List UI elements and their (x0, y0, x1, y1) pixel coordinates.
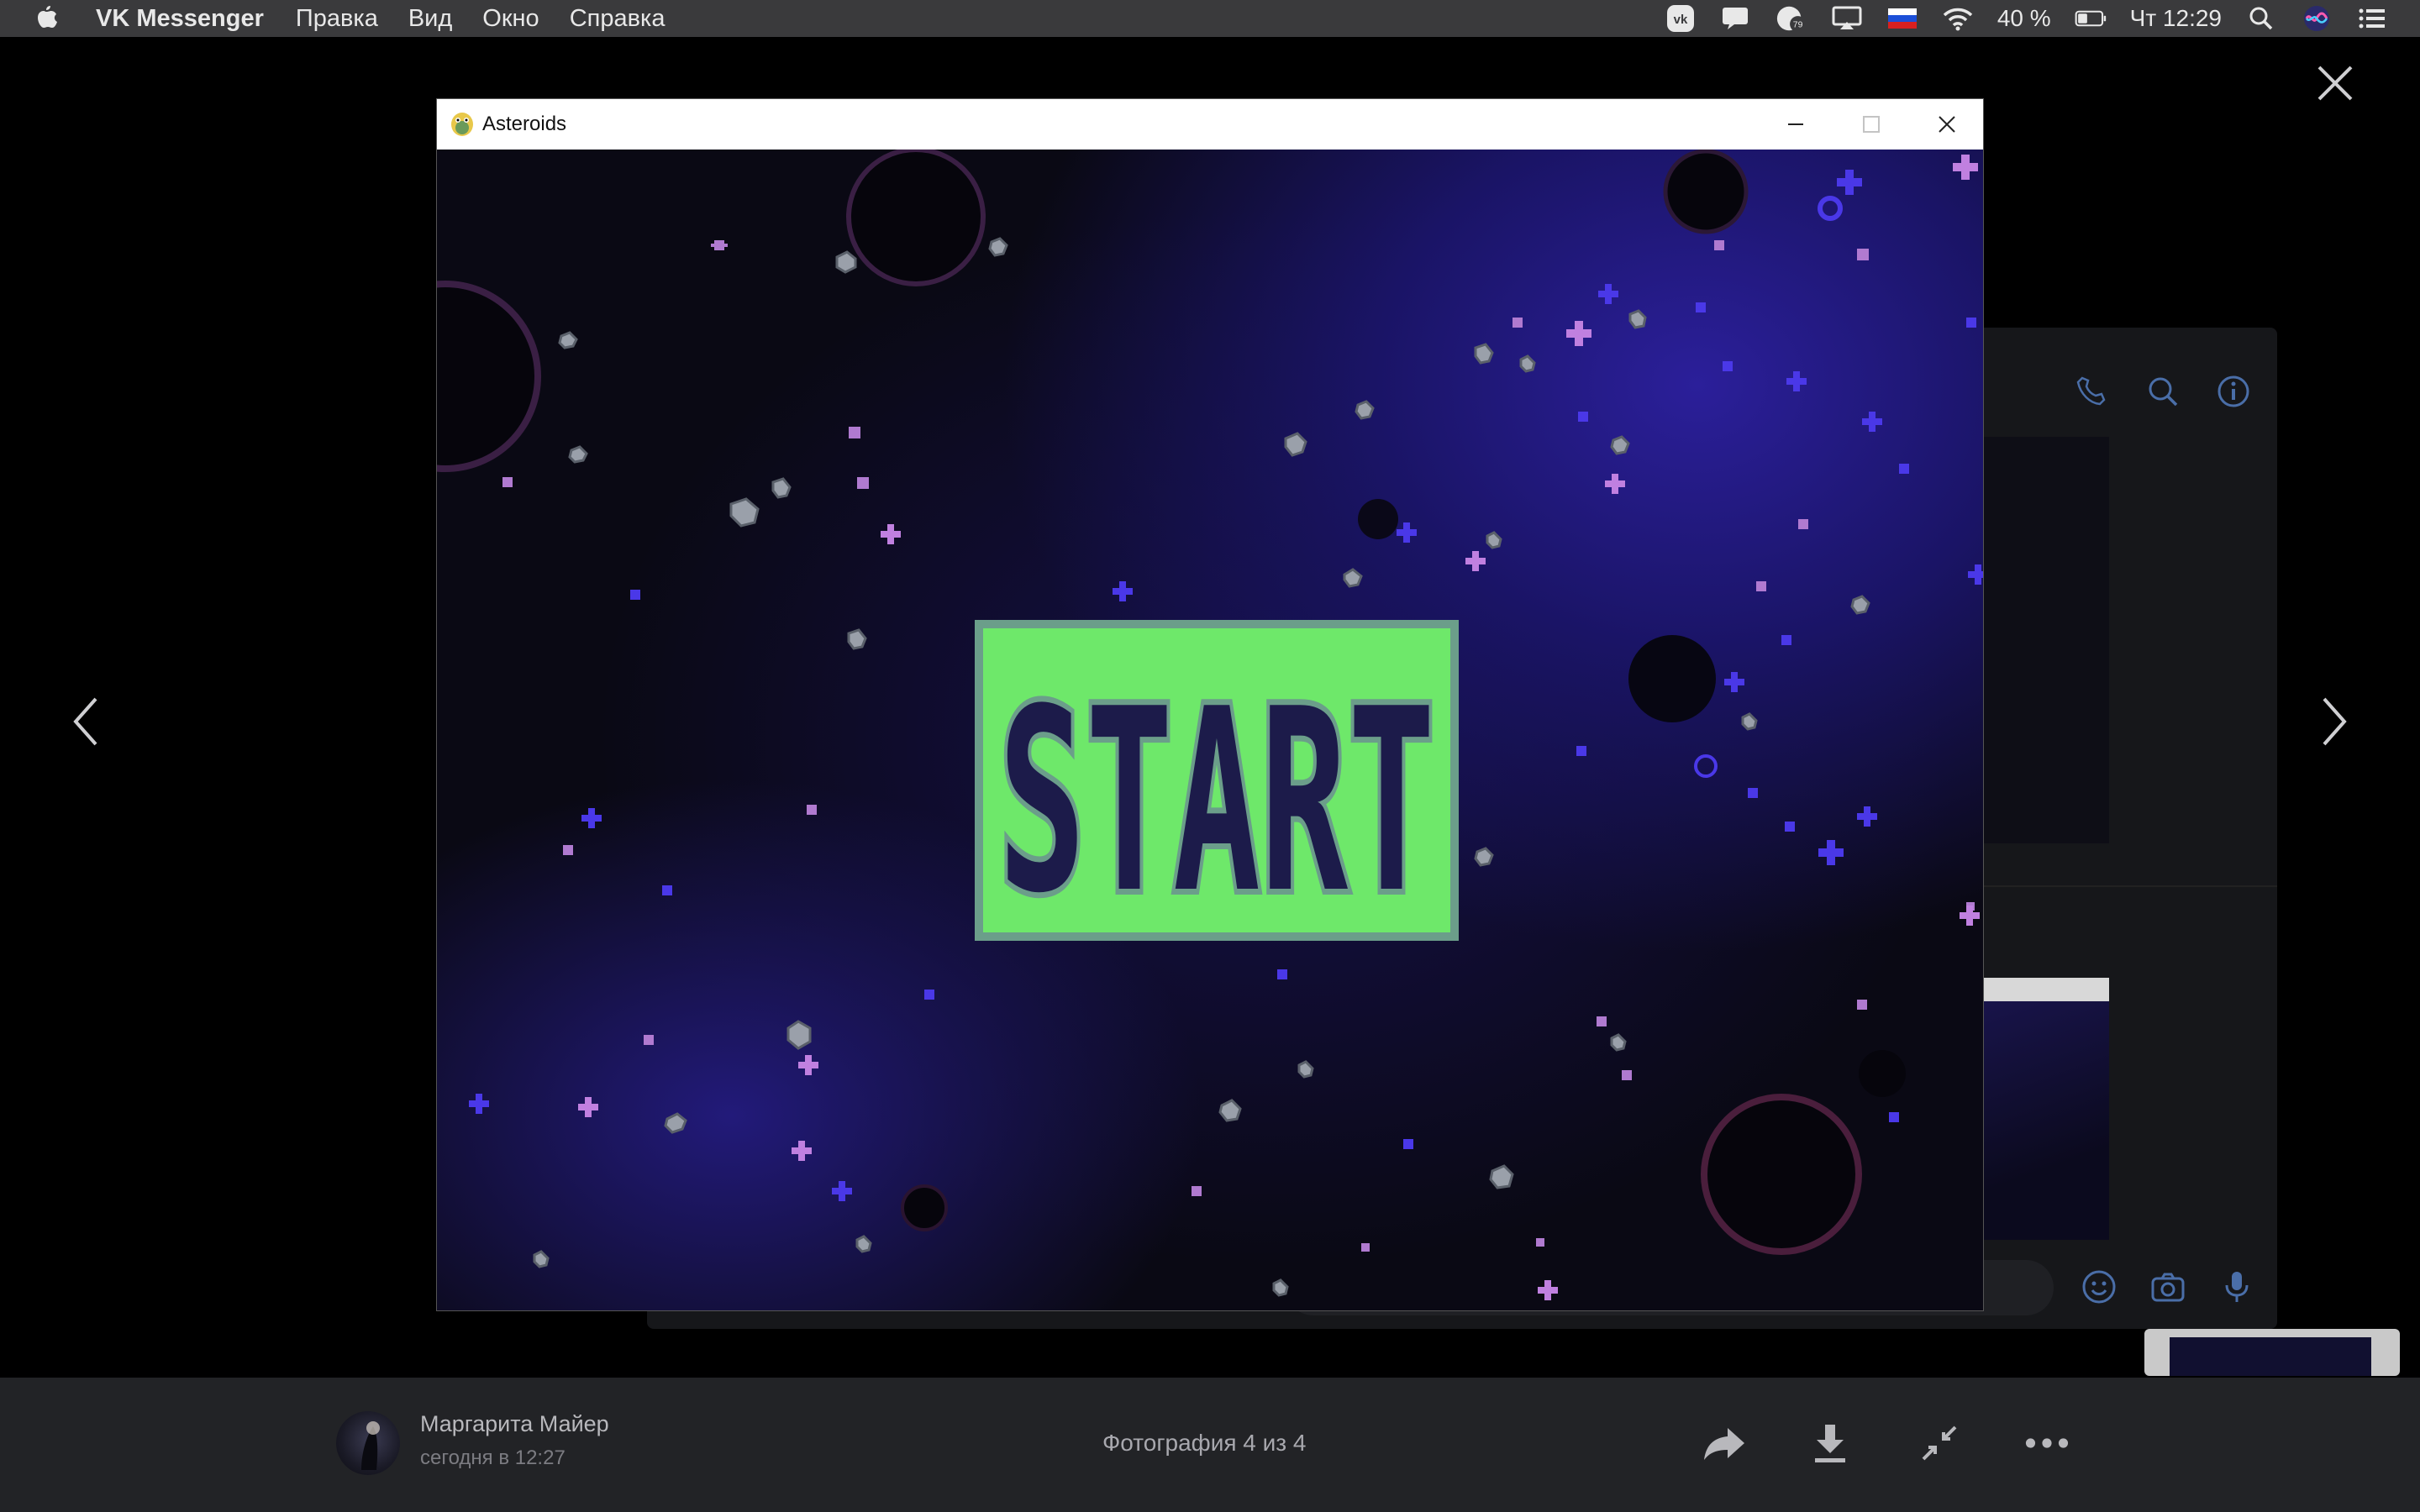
app-name-menu[interactable]: VK Messenger (96, 5, 264, 33)
window-titlebar[interactable]: Asteroids (437, 99, 1983, 150)
menu-bar: VK Messenger Правка Вид Окно Справка vk … (0, 0, 2420, 37)
photo-counter: Фотография 4 из 4 (1102, 1430, 1307, 1456)
chat-photo-thumbnail-2[interactable] (1981, 978, 2109, 1240)
wifi-icon[interactable] (1942, 4, 1974, 33)
info-icon[interactable] (2217, 375, 2250, 408)
download-icon (1815, 1425, 1845, 1462)
airplay-icon[interactable] (1831, 4, 1863, 33)
microphone-icon[interactable] (2218, 1268, 2255, 1305)
battery-percent: 40 % (1996, 5, 2051, 31)
chat-search-icon[interactable] (2146, 375, 2180, 408)
mini-preview-image (2170, 1337, 2371, 1376)
window-title: Asteroids (482, 113, 567, 135)
next-photo-button[interactable] (2316, 694, 2353, 749)
minimize-button[interactable] (1758, 99, 1833, 150)
download-button[interactable] (1808, 1421, 1852, 1465)
chat-divider (1981, 885, 2277, 887)
previous-photo-button[interactable] (67, 694, 104, 749)
menu-help[interactable]: Справка (570, 5, 666, 33)
menu-edit[interactable]: Правка (296, 5, 378, 33)
thumbnail-titlebar (1981, 978, 2109, 1001)
author-name[interactable]: Маргарита Майер (420, 1411, 609, 1437)
post-time: сегодня в 12:27 (420, 1446, 566, 1469)
status-area: vk 79 40 % Чт 12:29 (1665, 0, 2388, 37)
chat-photo-thumbnail[interactable] (1981, 437, 2109, 843)
mini-photo-preview[interactable] (2144, 1329, 2400, 1376)
apple-icon[interactable] (34, 3, 60, 34)
input-actions (2081, 1268, 2255, 1305)
vk-icon[interactable]: vk (1665, 4, 1697, 33)
flag-ru-icon[interactable] (1886, 4, 1918, 33)
maximize-button[interactable] (1833, 99, 1909, 150)
svg-text:79: 79 (1793, 20, 1803, 29)
more-options-button[interactable] (2025, 1421, 2069, 1465)
svg-text:START: START (998, 655, 1435, 941)
author-avatar[interactable] (336, 1411, 400, 1475)
python-app-icon (449, 111, 476, 138)
phone-icon[interactable] (2075, 375, 2109, 408)
share-button[interactable] (1702, 1421, 1746, 1465)
svg-text:vk: vk (1673, 13, 1687, 27)
emoji-icon[interactable] (2081, 1268, 2118, 1305)
notification-icon[interactable] (1720, 4, 1752, 33)
camera-icon[interactable] (2149, 1268, 2186, 1305)
start-label-graphic: START (975, 620, 1459, 941)
collapse-button[interactable] (1918, 1421, 1961, 1465)
window-close-button[interactable] (1909, 99, 1985, 150)
share-icon (1704, 1428, 1744, 1460)
start-button[interactable]: START (975, 620, 1459, 941)
chat-header-actions (2075, 375, 2250, 408)
badge-icon[interactable]: 79 (1776, 4, 1807, 33)
siri-icon[interactable] (2301, 4, 2333, 33)
more-icon (2025, 1438, 2069, 1448)
menubar-clock[interactable]: Чт 12:29 (2130, 5, 2222, 32)
menu-window[interactable]: Окно (482, 5, 539, 33)
viewer-close-button[interactable] (2316, 64, 2354, 102)
search-icon[interactable] (2245, 4, 2277, 33)
asteroids-window: Asteroids START (437, 99, 1983, 1310)
collapse-icon (1922, 1425, 1957, 1461)
game-canvas[interactable]: START (437, 150, 1983, 1310)
menu-view[interactable]: Вид (408, 5, 452, 33)
battery-icon[interactable] (2075, 4, 2107, 33)
menu-list-icon[interactable] (2356, 4, 2388, 33)
